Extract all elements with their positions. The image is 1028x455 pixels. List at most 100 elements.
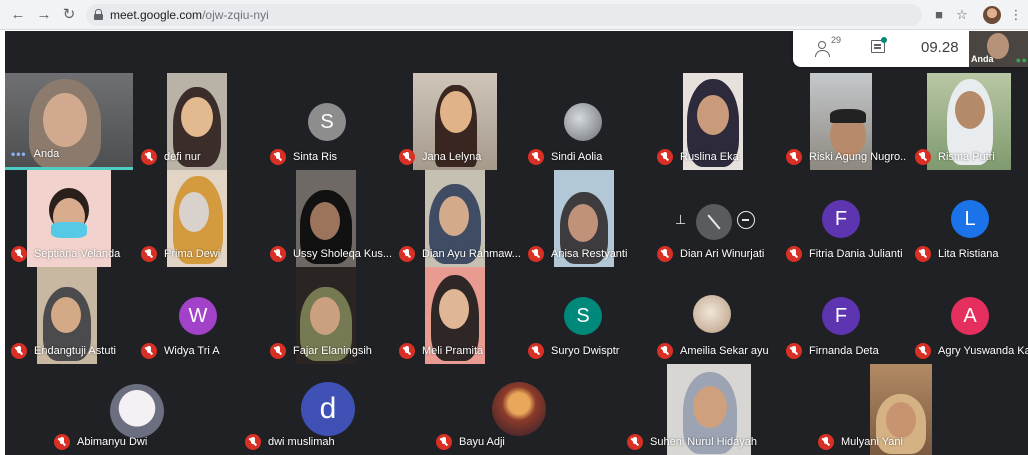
participant-tile[interactable]: Ruslina Eka xyxy=(651,73,778,170)
mic-off-icon xyxy=(528,246,544,262)
mic-off-icon xyxy=(786,343,802,359)
mute-participant-icon[interactable] xyxy=(696,204,732,240)
mic-off-icon xyxy=(657,343,673,359)
more-dots-icon: ● ● xyxy=(1015,55,1027,65)
participant-tile[interactable]: L Lita Ristiana xyxy=(909,170,1028,267)
mic-off-icon xyxy=(436,434,452,450)
meeting-info-bar: 29 09.28 Anda ● ● xyxy=(793,31,1028,67)
kebab-menu-icon[interactable]: ⋮ xyxy=(1007,6,1025,24)
participant-tile[interactable]: S Sinta Ris xyxy=(264,73,391,170)
self-view-thumbnail[interactable]: Anda ● ● xyxy=(969,31,1028,67)
participant-tile[interactable]: Dian Ayu Rahmaw... xyxy=(393,170,520,267)
mic-off-icon xyxy=(786,246,802,262)
participant-tile[interactable]: d dwi muslimah xyxy=(233,364,422,455)
meeting-clock: 09.28 xyxy=(921,39,959,56)
participant-name: Dian Ayu Rahmaw... xyxy=(422,248,520,260)
participant-tile[interactable]: Abimanyu Dwi xyxy=(42,364,231,455)
participant-name: Risma Putri xyxy=(938,151,995,163)
participant-avatar: W xyxy=(179,297,217,335)
mic-off-icon xyxy=(11,343,27,359)
participant-tile[interactable]: Suheni Nurul Hidayah xyxy=(615,364,804,455)
participant-name: Prima Dewi xyxy=(164,248,221,260)
people-count: 29 xyxy=(831,35,842,45)
participant-name: Meli Pramita xyxy=(422,345,484,357)
back-arrow-icon[interactable]: ← xyxy=(8,5,28,25)
participant-tile[interactable]: S Suryo Dwisptr xyxy=(522,267,649,364)
participant-name: Riski Agung Nugro... xyxy=(809,151,907,163)
participant-name: Fajar Elaningsih xyxy=(293,345,372,357)
participant-name: Bayu Adji xyxy=(459,436,505,448)
participant-tile[interactable]: A Agry Yuswanda Ka... xyxy=(909,267,1028,364)
participant-tile[interactable]: Prima Dewi xyxy=(135,170,262,267)
participant-avatar xyxy=(110,384,164,438)
mic-off-icon xyxy=(245,434,261,450)
browser-toolbar: ← → ↻ meet.google.com/ojw-zqiu-nyi ■ ☆ ⋮ xyxy=(0,0,1028,30)
address-bar[interactable]: meet.google.com/ojw-zqiu-nyi xyxy=(86,4,922,26)
participant-name: Ussy Sholeqa Kus... xyxy=(293,248,391,260)
participant-avatar: S xyxy=(564,297,602,335)
participant-tile[interactable]: Ameilia Sekar ayu xyxy=(651,267,778,364)
participant-tile[interactable]: ••• Anda xyxy=(5,73,133,170)
participant-name: Sinta Ris xyxy=(293,151,338,163)
mic-off-icon xyxy=(399,343,415,359)
mic-off-icon xyxy=(54,434,70,450)
participant-name: Abimanyu Dwi xyxy=(77,436,148,448)
participant-tile[interactable]: Jana Lelyna xyxy=(393,73,520,170)
mic-off-icon xyxy=(627,434,643,450)
participant-tile[interactable]: W Widya Tri A xyxy=(135,267,262,364)
mic-off-icon xyxy=(399,246,415,262)
participant-tile[interactable]: Septiana Velanda xyxy=(5,170,133,267)
participant-avatar xyxy=(564,103,602,141)
participant-name: Jana Lelyna xyxy=(422,151,482,163)
participant-avatar xyxy=(693,295,731,333)
mic-off-icon xyxy=(270,149,286,165)
mic-off-icon xyxy=(270,246,286,262)
mic-off-icon xyxy=(141,149,157,165)
participant-tile[interactable]: Ussy Sholeqa Kus... xyxy=(264,170,391,267)
participant-name: Suheni Nurul Hidayah xyxy=(650,436,758,448)
mic-off-icon xyxy=(270,343,286,359)
participant-tile[interactable]: F Firnanda Deta xyxy=(780,267,907,364)
participant-name: Lita Ristiana xyxy=(938,248,999,260)
participant-tile[interactable]: Meli Pramita xyxy=(393,267,520,364)
participant-tile[interactable]: Mulyani Yani xyxy=(806,364,995,455)
participant-tile[interactable]: Sindi Aolia xyxy=(522,73,649,170)
forward-arrow-icon[interactable]: → xyxy=(34,5,54,25)
mic-off-icon xyxy=(528,343,544,359)
reload-icon[interactable]: ↻ xyxy=(59,5,79,25)
tile-hover-controls: ⊥ xyxy=(665,203,763,240)
participant-tile[interactable]: F Fitria Dania Julianti xyxy=(780,170,907,267)
mic-off-icon xyxy=(657,246,673,262)
remove-icon[interactable] xyxy=(737,211,755,229)
participant-name: dwi muslimah xyxy=(268,436,335,448)
participant-name: Firnanda Deta xyxy=(809,345,879,357)
participant-tile[interactable]: Anisa Restyanti xyxy=(522,170,649,267)
participant-name: defi nur xyxy=(164,151,201,163)
participant-tile[interactable]: Fajar Elaningsih xyxy=(264,267,391,364)
participant-avatar: S xyxy=(308,103,346,141)
participant-tile[interactable]: Riski Agung Nugro... xyxy=(780,73,907,170)
participant-tile[interactable]: Risma Putri xyxy=(909,73,1028,170)
participant-tile[interactable]: defi nur xyxy=(135,73,262,170)
mic-off-icon xyxy=(528,149,544,165)
mic-off-icon xyxy=(915,343,931,359)
pin-icon[interactable]: ⊥ xyxy=(675,212,686,228)
participant-name: Anisa Restyanti xyxy=(551,248,628,260)
participant-name: Suryo Dwisptr xyxy=(551,345,620,357)
meeting-stage: 29 09.28 Anda ● ● ••• Anda defi nur S Sin… xyxy=(5,31,1028,455)
participant-name: Sindi Aolia xyxy=(551,151,603,163)
star-icon[interactable]: ☆ xyxy=(953,6,971,24)
profile-avatar[interactable] xyxy=(983,6,1001,24)
participant-name: Dian Ari Winurjati xyxy=(680,248,765,260)
participant-avatar: F xyxy=(822,297,860,335)
participant-tile[interactable]: Bayu Adji xyxy=(424,364,613,455)
camera-icon[interactable]: ■ xyxy=(930,6,948,24)
participant-avatar: A xyxy=(951,297,989,335)
participant-name: Widya Tri A xyxy=(164,345,220,357)
participant-avatar xyxy=(492,382,546,436)
participant-name: Fitria Dania Julianti xyxy=(809,248,903,260)
participant-name: Anda xyxy=(33,148,60,160)
participant-name: Agry Yuswanda Ka... xyxy=(938,345,1028,357)
mic-off-icon xyxy=(11,246,27,262)
participant-tile[interactable]: Endangtuji Astuti xyxy=(5,267,133,364)
